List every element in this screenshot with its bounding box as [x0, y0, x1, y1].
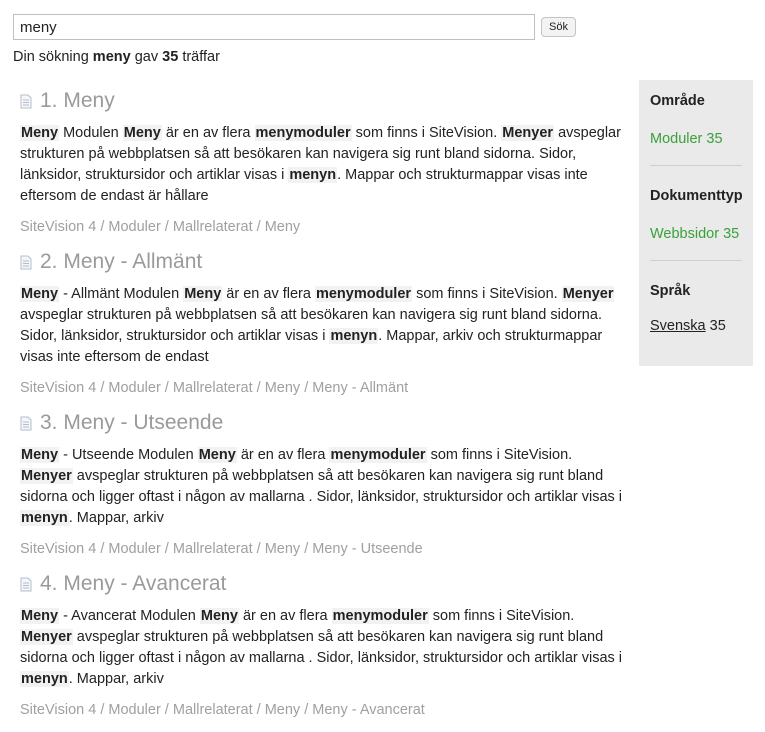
- snippet-text: som finns i SiteVision.: [412, 286, 562, 302]
- snippet-text: . Mappar, arkiv: [68, 671, 164, 687]
- highlighted-term: menyn: [20, 510, 69, 526]
- summary-suffix: träffar: [182, 49, 220, 65]
- facet-divider: [650, 165, 742, 166]
- highlighted-term: Menyer: [20, 629, 73, 645]
- highlighted-term: Meny: [20, 447, 60, 463]
- snippet-text: . Mappar, arkiv: [68, 510, 164, 526]
- snippet-text: är en av flera: [238, 608, 332, 624]
- highlighted-term: Meny: [183, 286, 223, 302]
- result-breadcrumb: SiteVision 4 / Moduler / Mallrelaterat /…: [20, 702, 425, 718]
- highlighted-term: menymoduler: [314, 286, 413, 302]
- document-icon: [20, 94, 32, 108]
- facet-heading-area: Område: [650, 93, 705, 109]
- snippet-text: Modulen: [59, 125, 123, 141]
- result-breadcrumb: SiteVision 4 / Moduler / Mallrelaterat /…: [20, 380, 409, 396]
- result-item: 1. Meny Meny Modulen Meny är en av flera…: [20, 88, 625, 237]
- snippet-text: avspeglar strukturen på webbplatsen så a…: [20, 468, 623, 505]
- snippet-text: som finns i SiteVision.: [428, 608, 575, 624]
- result-title-link[interactable]: 2. Meny - Allmänt: [40, 249, 202, 275]
- snippet-text: - Utseende Modulen: [59, 447, 198, 463]
- highlighted-term: Meny: [122, 125, 162, 141]
- facet-link-area[interactable]: Moduler 35: [650, 130, 742, 148]
- snippet-text: som finns i SiteVision.: [351, 125, 502, 141]
- highlighted-term: Meny: [20, 125, 60, 141]
- facet-heading-language: Språk: [650, 283, 691, 299]
- result-title-link[interactable]: 3. Meny - Utseende: [40, 410, 223, 436]
- result-snippet: Meny Modulen Meny är en av flera menymod…: [20, 123, 625, 207]
- snippet-text: är en av flera: [161, 125, 255, 141]
- result-title-row: 4. Meny - Avancerat: [20, 571, 625, 597]
- facet-link-doctype[interactable]: Webbsidor 35: [650, 225, 742, 243]
- snippet-text: - Avancerat Modulen: [59, 608, 200, 624]
- snippet-text: avspeglar strukturen på webbplatsen så a…: [20, 629, 623, 666]
- facet-heading-doctype: Dokumenttyp: [650, 188, 743, 204]
- result-breadcrumb: SiteVision 4 / Moduler / Mallrelaterat /…: [20, 219, 301, 235]
- result-snippet: Meny - Utseende Modulen Meny är en av fl…: [20, 445, 625, 529]
- results-list: 1. Meny Meny Modulen Meny är en av flera…: [20, 88, 625, 732]
- highlighted-term: menyn: [288, 167, 338, 183]
- highlighted-term: menyn: [20, 671, 69, 687]
- document-icon: [20, 255, 32, 269]
- result-snippet: Meny - Allmänt Modulen Meny är en av fle…: [20, 284, 625, 368]
- result-item: 4. Meny - Avancerat Meny - Avancerat Mod…: [20, 571, 625, 720]
- summary-prefix: Din sökning: [13, 49, 89, 65]
- highlighted-term: Meny: [199, 608, 239, 624]
- document-icon: [20, 577, 32, 591]
- snippet-text: - Allmänt Modulen: [59, 286, 184, 302]
- snippet-text: är en av flera: [236, 447, 330, 463]
- highlighted-term: menymoduler: [331, 608, 429, 624]
- search-summary: Din sökning meny gav 35 träffar: [13, 49, 220, 65]
- result-breadcrumb: SiteVision 4 / Moduler / Mallrelaterat /…: [20, 541, 423, 557]
- search-button[interactable]: Sök: [541, 17, 576, 37]
- summary-count: 35: [162, 49, 179, 65]
- result-title-link[interactable]: 4. Meny - Avancerat: [40, 571, 226, 597]
- facet-link-language[interactable]: Svenska: [650, 318, 706, 334]
- highlighted-term: Meny: [20, 608, 60, 624]
- highlighted-term: Menyer: [561, 286, 615, 302]
- snippet-text: som finns i SiteVision.: [426, 447, 573, 463]
- snippet-text: är en av flera: [222, 286, 315, 302]
- document-icon: [20, 416, 32, 430]
- facet-sidebar: Område Moduler 35 Dokumenttyp Webbsidor …: [639, 80, 753, 366]
- result-item: 3. Meny - Utseende Meny - Utseende Modul…: [20, 410, 625, 559]
- search-input[interactable]: [13, 14, 535, 40]
- highlighted-term: Meny: [20, 286, 60, 302]
- result-title-row: 3. Meny - Utseende: [20, 410, 625, 436]
- search-bar: Sök: [13, 14, 576, 40]
- highlighted-term: menymoduler: [329, 447, 427, 463]
- highlighted-term: Menyer: [20, 468, 73, 484]
- facet-language-count: 35: [709, 318, 726, 334]
- result-snippet: Meny - Avancerat Modulen Meny är en av f…: [20, 606, 625, 690]
- facet-language-row: Svenska 35: [650, 317, 742, 335]
- result-item: 2. Meny - Allmänt Meny - Allmänt Modulen…: [20, 249, 625, 398]
- highlighted-term: menymoduler: [254, 125, 352, 141]
- facet-divider: [650, 260, 742, 261]
- result-title-link[interactable]: 1. Meny: [40, 88, 115, 114]
- highlighted-term: Menyer: [501, 125, 555, 141]
- summary-middle: gav: [134, 49, 159, 65]
- highlighted-term: Meny: [197, 447, 237, 463]
- summary-query: meny: [92, 49, 131, 65]
- result-title-row: 1. Meny: [20, 88, 625, 114]
- highlighted-term: menyn: [329, 328, 379, 344]
- result-title-row: 2. Meny - Allmänt: [20, 249, 625, 275]
